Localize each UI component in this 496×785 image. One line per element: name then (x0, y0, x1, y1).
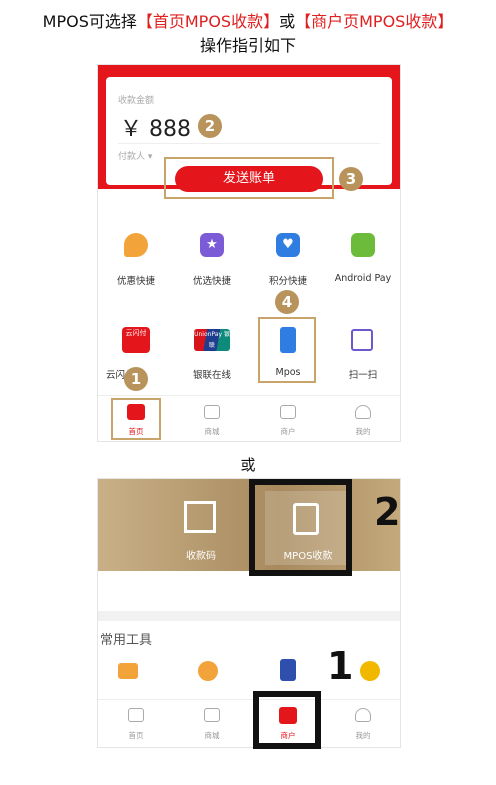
nav-tab-me[interactable]: 我的 (326, 396, 400, 441)
nav-label: 首页 (128, 731, 144, 740)
nav-label: 首页 (128, 427, 144, 436)
section-title: 常用工具 (100, 633, 153, 648)
instruction-subtitle: 操作指引如下 (199, 36, 296, 55)
nav-label: 我的 (355, 427, 371, 436)
shop-icon (204, 708, 220, 722)
nav-tab-me[interactable]: 我的 (326, 700, 400, 747)
home-icon (128, 708, 144, 722)
coin-icon[interactable] (360, 661, 380, 681)
step-badge-2: 2 (198, 114, 222, 138)
scan-icon (351, 329, 373, 351)
star-icon: ★ (200, 233, 224, 257)
nav-tab-shop[interactable]: 商城 (174, 700, 250, 747)
nav-label: 商户 (280, 427, 296, 436)
nav-label: 商城 (204, 731, 220, 740)
home-screen: 收款金额 ￥ 888 2 付款人 ▾ 发送账单 3 优惠快捷 ★ 优选快捷 ♥ … (97, 64, 401, 442)
user-icon (355, 708, 371, 722)
banner-spacer (98, 575, 400, 611)
grid-item-android-pay[interactable]: Android Pay (326, 229, 400, 289)
nav-tab-home[interactable]: 首页 (98, 700, 174, 747)
send-bill-button[interactable]: 发送账单 (175, 166, 323, 192)
merchant-icon (280, 405, 296, 419)
step-number-1: 1 (327, 644, 354, 688)
highlight-merchant-tab (253, 691, 321, 749)
mpos-icon (280, 327, 296, 353)
heart-icon: ♥ (276, 233, 300, 257)
grid-label: Android Pay (334, 273, 392, 284)
tile-qr-code[interactable]: 收款码 (158, 485, 244, 565)
grid-item-mpos[interactable]: Mpos (250, 323, 326, 383)
unionpay-icon: UnionPay 银联 (194, 329, 230, 351)
cloud-pay-icon: 云闪付 (122, 327, 150, 353)
amount-number: 888 (149, 117, 192, 142)
nav-tab-shop[interactable]: 商城 (174, 396, 250, 441)
tile-label: 收款码 (186, 551, 216, 562)
grid-item-points[interactable]: ♥ 积分快捷 (250, 229, 326, 289)
highlight-mpos-tile (249, 479, 352, 576)
amount-label: 收款金额 (118, 96, 155, 106)
divider (118, 143, 380, 144)
chat-icon[interactable] (198, 661, 218, 681)
or-label: 或 (240, 456, 256, 474)
grid-label: 优选快捷 (192, 276, 231, 287)
user-icon (355, 405, 371, 419)
merchant-bottom-nav: 首页 商城 商户 我的 (98, 699, 400, 747)
step-badge-4: 4 (275, 290, 299, 314)
nav-label: 我的 (355, 731, 371, 740)
quick-grid-row-1: 优惠快捷 ★ 优选快捷 ♥ 积分快捷 Android Pay (98, 229, 400, 299)
grid-item-scan[interactable]: 扫一扫 (326, 323, 400, 383)
nav-label: 商城 (204, 427, 220, 436)
section-gap (98, 611, 400, 621)
grid-item-unionpay[interactable]: UnionPay 银联 银联在线 (174, 323, 250, 383)
grid-label: 扫一扫 (348, 370, 378, 381)
option-merchant-mpos: 【商户页MPOS收款】 (295, 12, 454, 31)
grid-label: 银联在线 (192, 370, 231, 381)
grid-label: 积分快捷 (268, 276, 307, 287)
grid-item-coupon[interactable]: 优惠快捷 (98, 229, 174, 289)
step-badge-1: 1 (124, 367, 148, 391)
shop-icon (204, 405, 220, 419)
grid-label: 优惠快捷 (116, 276, 155, 287)
title-or: 或 (279, 12, 296, 31)
amount-value[interactable]: ￥ 888 (120, 111, 191, 143)
clipboard-icon[interactable] (280, 659, 296, 681)
coupon-icon (124, 233, 148, 257)
nav-tab-merchant[interactable]: 商户 (250, 396, 326, 441)
bottom-nav: 首页 商城 商户 我的 (98, 395, 400, 441)
ticket-icon[interactable] (118, 663, 138, 679)
option-home-mpos: 【首页MPOS收款】 (136, 12, 280, 31)
qr-code-icon (184, 501, 216, 533)
grid-item-preferred[interactable]: ★ 优选快捷 (174, 229, 250, 289)
grid-label: Mpos (275, 367, 301, 378)
currency-symbol: ￥ (120, 117, 143, 142)
step-number-2: 2 (374, 490, 401, 534)
android-icon (351, 233, 375, 257)
step-badge-3: 3 (339, 167, 363, 191)
payer-selector[interactable]: 付款人 ▾ (118, 149, 152, 162)
nav-tab-home[interactable]: 首页 (98, 396, 174, 441)
instruction-title: MPOS可选择【首页MPOS收款】或【商户页MPOS收款】 (0, 8, 496, 32)
home-icon (127, 404, 145, 420)
title-prefix: MPOS可选择 (42, 12, 137, 31)
